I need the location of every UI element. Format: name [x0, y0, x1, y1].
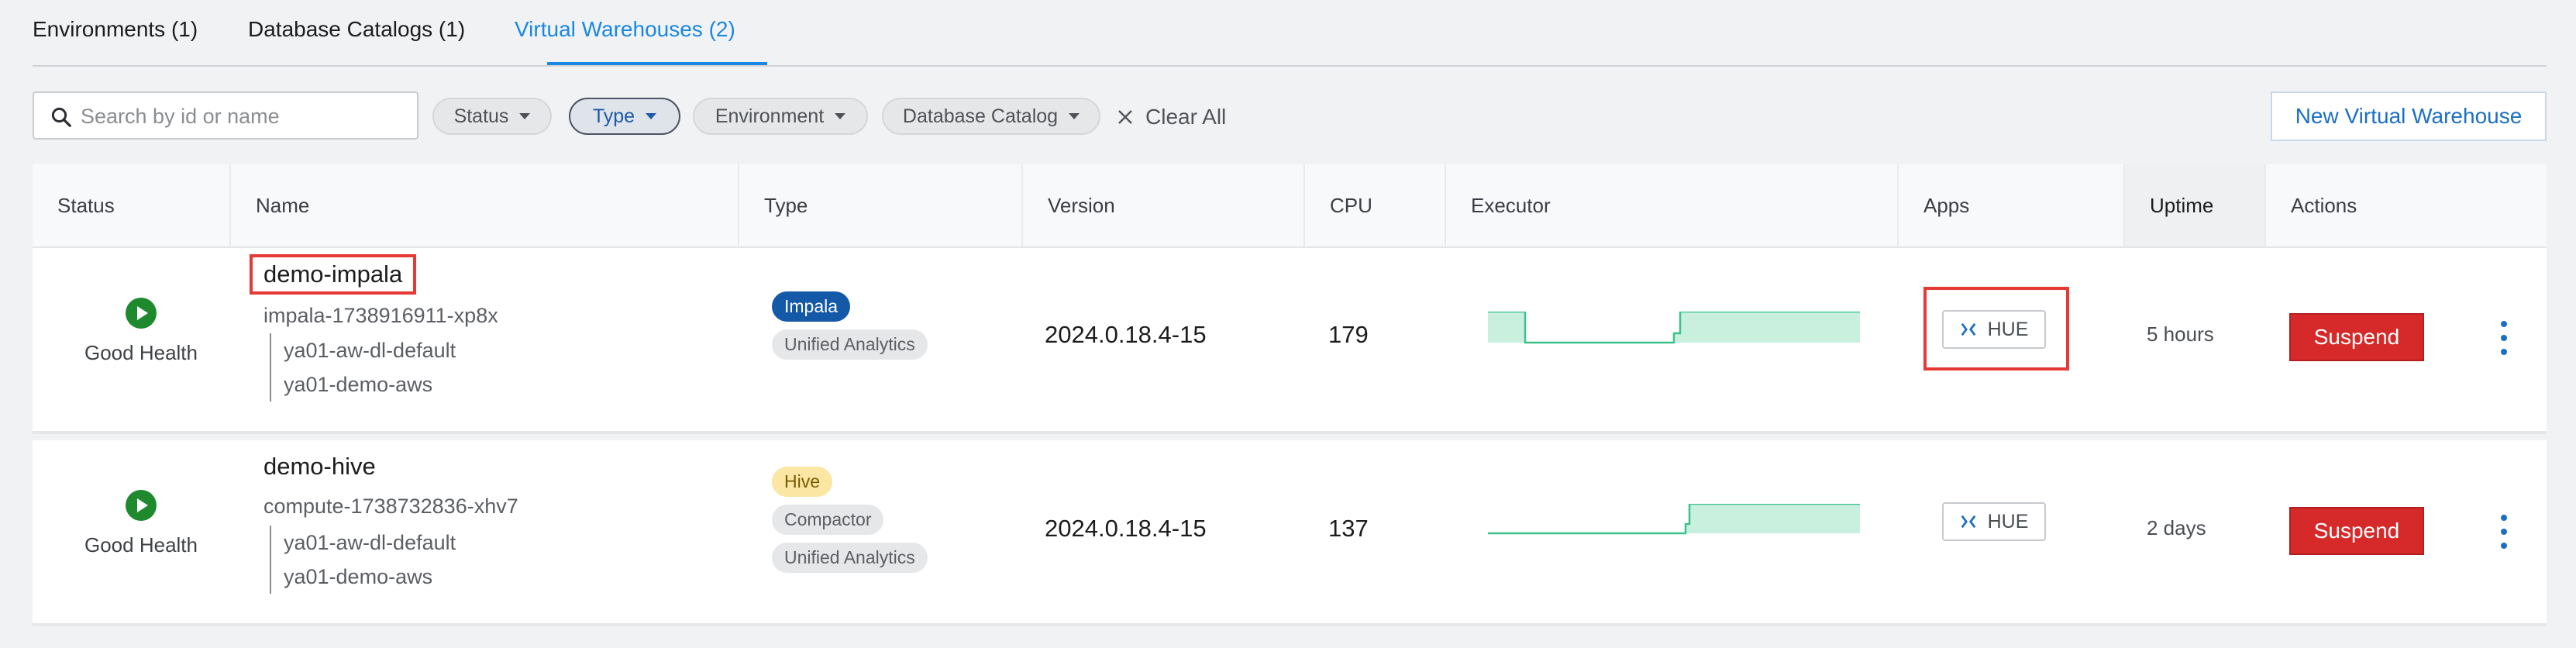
status-cell: Good Health	[33, 298, 250, 365]
filter-database-catalog-label: Database Catalog	[902, 105, 1059, 127]
search-box	[33, 91, 418, 140]
warehouse-name-link[interactable]: demo-impala	[249, 254, 417, 295]
caret-down-icon	[646, 113, 657, 119]
column-header-name[interactable]: Name	[229, 164, 738, 246]
health-status: Good Health	[84, 533, 198, 557]
environment-item: ya01-demo-aws	[284, 373, 433, 396]
filter-environment-label: Environment	[715, 105, 825, 127]
new-virtual-warehouse-button[interactable]: New Virtual Warehouse	[2271, 91, 2547, 141]
uptime-value: 2 days	[2147, 516, 2206, 539]
suspend-button[interactable]: Suspend	[2289, 507, 2424, 555]
caret-down-icon	[519, 113, 531, 119]
apps-highlight: HUE	[1923, 287, 2069, 371]
type-badge-unified-analytics: Unified Analytics	[772, 329, 928, 360]
type-badge-hive: Hive	[772, 467, 833, 497]
hue-app-label: HUE	[1987, 510, 2029, 533]
search-input[interactable]	[79, 99, 408, 133]
close-icon	[1118, 110, 1132, 124]
caret-down-icon	[1069, 113, 1080, 119]
filter-status-label: Status	[453, 105, 509, 127]
column-header-apps[interactable]: Apps	[1897, 164, 2123, 246]
hue-app-button[interactable]: HUE	[1942, 310, 2046, 349]
cpu-value: 137	[1328, 515, 1369, 542]
suspend-button[interactable]: Suspend	[2289, 313, 2424, 361]
table-header: Status Name Type Version CPU Executor Ap…	[33, 164, 2547, 248]
type-badge-compactor: Compactor	[772, 505, 884, 535]
table-row[interactable]: Good Health demo-impala impala-173891691…	[33, 248, 2547, 434]
filter-type-label: Type	[592, 105, 635, 127]
filter-status[interactable]: Status	[432, 98, 552, 135]
play-icon	[126, 490, 157, 521]
hue-app-button[interactable]: HUE	[1942, 502, 2046, 541]
table-row[interactable]: Good Health demo-hive compute-1738732836…	[33, 440, 2547, 626]
column-header-cpu[interactable]: CPU	[1303, 164, 1445, 246]
environment-item: ya01-aw-dl-default	[284, 339, 456, 362]
column-header-actions: Actions	[2264, 164, 2547, 246]
filter-type[interactable]: Type	[569, 98, 680, 135]
filter-database-catalog[interactable]: Database Catalog	[882, 98, 1100, 135]
column-header-status[interactable]: Status	[33, 164, 229, 246]
hue-icon	[1961, 322, 1975, 336]
environment-item: ya01-demo-aws	[284, 565, 433, 588]
hue-icon	[1961, 515, 1975, 529]
clear-all-label: Clear All	[1145, 105, 1227, 129]
warehouse-name-link[interactable]: demo-hive	[263, 453, 376, 481]
more-actions-icon[interactable]	[2492, 321, 2516, 355]
health-status: Good Health	[84, 341, 198, 364]
status-cell: Good Health	[33, 490, 250, 557]
type-badges: Hive Compactor Unified Analytics	[772, 467, 928, 573]
column-header-version[interactable]: Version	[1021, 164, 1303, 246]
type-badge-impala: Impala	[772, 291, 851, 322]
hue-app-label: HUE	[1987, 318, 2029, 340]
apps-cell: HUE	[1927, 482, 2066, 560]
environment-list: ya01-aw-dl-default ya01-demo-aws	[270, 526, 456, 594]
type-badge-unified-analytics: Unified Analytics	[772, 543, 928, 573]
warehouse-id: compute-1738732836-xhv7	[263, 495, 518, 518]
version-value: 2024.0.18.4-15	[1045, 321, 1207, 348]
executor-sparkline	[1488, 504, 1860, 535]
version-value: 2024.0.18.4-15	[1045, 515, 1207, 542]
active-tab-indicator	[547, 62, 767, 65]
column-header-uptime[interactable]: Uptime	[2123, 164, 2264, 246]
warehouse-table: Status Name Type Version CPU Executor Ap…	[33, 164, 2547, 626]
tab-environments[interactable]: Environments (1)	[33, 17, 198, 42]
clear-all-button[interactable]: Clear All	[1116, 96, 1226, 138]
play-icon	[126, 298, 157, 329]
tab-bar: Environments (1) Database Catalogs (1) V…	[33, 0, 2547, 67]
search-icon	[51, 107, 71, 127]
warehouse-id: impala-1738916911-xp8x	[263, 304, 498, 327]
caret-down-icon	[835, 113, 846, 119]
more-actions-icon[interactable]	[2492, 515, 2516, 549]
column-header-executor[interactable]: Executor	[1445, 164, 1897, 246]
tab-database-catalogs[interactable]: Database Catalogs (1)	[248, 17, 465, 42]
executor-sparkline	[1488, 312, 1860, 344]
tab-virtual-warehouses[interactable]: Virtual Warehouses (2)	[515, 17, 735, 42]
cpu-value: 179	[1328, 321, 1369, 348]
environment-list: ya01-aw-dl-default ya01-demo-aws	[270, 333, 456, 402]
column-header-type[interactable]: Type	[738, 164, 1021, 246]
filter-environment[interactable]: Environment	[693, 98, 868, 135]
environment-item: ya01-aw-dl-default	[284, 531, 456, 554]
uptime-value: 5 hours	[2147, 322, 2214, 346]
type-badges: Impala Unified Analytics	[772, 291, 928, 360]
